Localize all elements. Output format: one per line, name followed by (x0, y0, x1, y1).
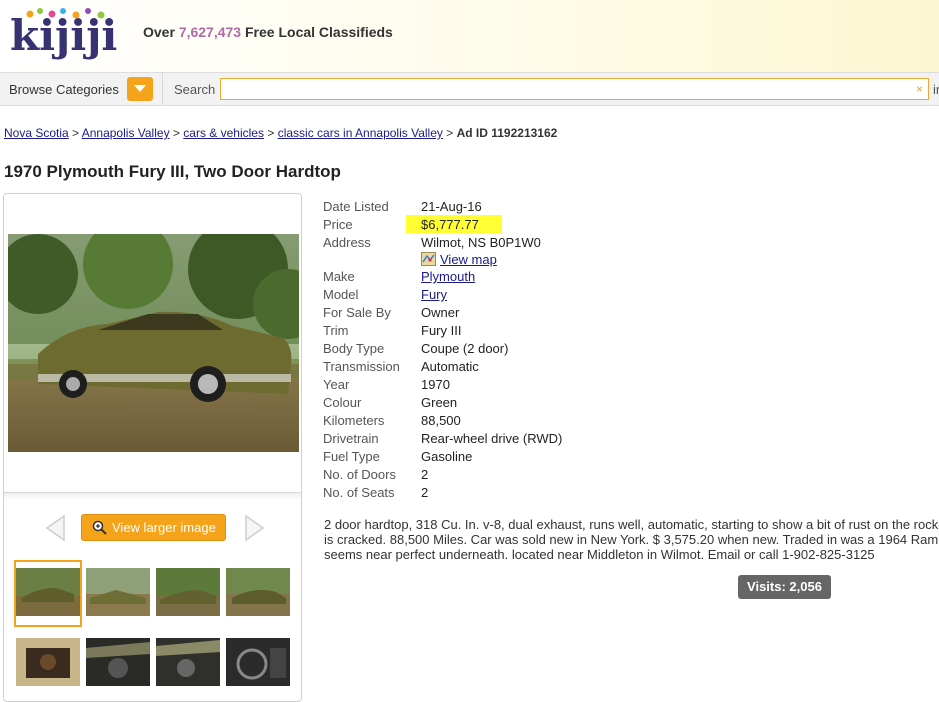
thumbnail-5[interactable] (16, 638, 80, 686)
detail-label: Fuel Type (323, 449, 380, 464)
detail-label: Make (323, 269, 355, 284)
detail-value: Gasoline (421, 449, 473, 464)
detail-label: Year (323, 377, 350, 392)
tagline-prefix: Over (143, 24, 175, 40)
detail-label: Model (323, 287, 359, 302)
thumbnail-8[interactable] (226, 638, 290, 686)
next-image-arrow-icon[interactable] (244, 514, 266, 542)
breadcrumb-link-category[interactable]: cars & vehicles (183, 126, 264, 140)
kijiji-logo[interactable]: kijiji (8, 6, 128, 62)
breadcrumb-link-region[interactable]: Annapolis Valley (82, 126, 170, 140)
detail-label: Transmission (323, 359, 400, 374)
main-photo[interactable] (8, 234, 299, 452)
thumbnail-3[interactable] (156, 568, 220, 616)
detail-label: Kilometers (323, 413, 385, 428)
search-in-label: in (933, 82, 939, 97)
breadcrumb-separator: > (172, 126, 180, 140)
search-input[interactable] (220, 78, 929, 100)
map-icon[interactable] (421, 252, 436, 266)
previous-image-arrow-icon[interactable] (44, 514, 66, 542)
ad-id: Ad ID 1192213162 (456, 126, 558, 140)
thumbnail-1[interactable] (16, 568, 80, 616)
thumbnail-7[interactable] (156, 638, 220, 686)
view-map-link[interactable]: View map (440, 252, 497, 267)
detail-label: No. of Doors (323, 467, 396, 482)
detail-value: Green (421, 395, 458, 410)
site-tagline: Over 7,627,473 Free Local Classifieds (143, 24, 393, 40)
detail-label: No. of Seats (323, 485, 395, 500)
detail-value: 88,500 (421, 413, 461, 428)
thumbnail-4[interactable] (226, 568, 290, 616)
thumbnail-2[interactable] (86, 568, 150, 616)
view-larger-image-button[interactable]: View larger image (81, 514, 226, 541)
make-link[interactable]: Plymouth (421, 269, 475, 284)
magnifier-icon (92, 520, 107, 535)
description-line: 2 door hardtop, 318 Cu. In. v-8, dual ex… (324, 517, 939, 532)
image-gallery: View larger image (3, 193, 302, 702)
detail-label: For Sale By (323, 305, 391, 320)
description-line: is cracked. 88,500 Miles. Car was sold n… (324, 532, 939, 547)
browse-categories[interactable]: Browse Categories (0, 73, 163, 105)
clear-icon[interactable]: × (916, 82, 923, 96)
model-link[interactable]: Fury (421, 287, 447, 302)
description-line: seems near perfect underneath. located n… (324, 547, 875, 562)
chevron-down-icon (134, 85, 146, 92)
detail-value: Rear-wheel drive (RWD) (421, 431, 563, 446)
search-label: Search (174, 82, 216, 97)
site-header: kijiji Over 7,627,473 Free Local Classif… (0, 0, 939, 72)
visits-counter: Visits: 2,056 (738, 575, 831, 599)
detail-label: Drivetrain (323, 431, 379, 446)
browse-categories-label[interactable]: Browse Categories (9, 82, 119, 97)
address-value: Wilmot, NS B0P1W0 (421, 235, 541, 250)
browse-categories-button[interactable] (127, 77, 153, 101)
detail-label: Price (323, 217, 353, 232)
search-bar: Browse Categories Search × in (0, 72, 939, 106)
detail-label: Colour (323, 395, 362, 410)
breadcrumb-link-subcategory[interactable]: classic cars in Annapolis Valley (278, 126, 443, 140)
price-value: $6,777.77 (421, 217, 479, 232)
detail-value: Coupe (2 door) (421, 341, 509, 356)
tagline-suffix: Free Local Classifieds (245, 24, 393, 40)
breadcrumb-link-province[interactable]: Nova Scotia (4, 126, 69, 140)
breadcrumb-separator: > (72, 126, 80, 140)
thumbnail-6[interactable] (86, 638, 150, 686)
detail-value: 2 (421, 467, 429, 482)
listing-count: 7,627,473 (178, 24, 242, 40)
detail-value: 2 (421, 485, 429, 500)
panel-divider (4, 492, 301, 500)
listing-description: 2 door hardtop, 318 Cu. In. v-8, dual ex… (324, 517, 939, 562)
detail-value: Owner (421, 305, 460, 320)
detail-label: Date Listed (323, 199, 389, 214)
listing-title: 1970 Plymouth Fury III, Two Door Hardtop (4, 162, 341, 181)
detail-value: 21-Aug-16 (421, 199, 482, 214)
breadcrumb-separator: > (267, 126, 275, 140)
detail-value: Automatic (421, 359, 479, 374)
detail-label: Trim (323, 323, 349, 338)
detail-label: Body Type (323, 341, 385, 356)
breadcrumb: Nova Scotia > Annapolis Valley > cars & … (4, 126, 557, 140)
detail-label: Address (323, 235, 371, 250)
breadcrumb-separator: > (446, 126, 454, 140)
detail-value: 1970 (421, 377, 450, 392)
view-larger-image-label[interactable]: View larger image (112, 520, 216, 535)
detail-value: Fury III (421, 323, 462, 338)
